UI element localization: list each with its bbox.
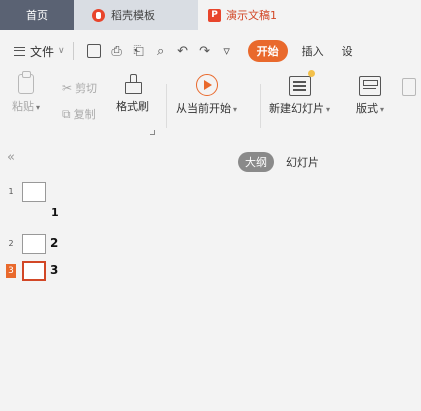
format-painter-label: 格式刷: [116, 100, 149, 113]
slides-view-tab[interactable]: 幻灯片: [286, 154, 319, 170]
dialog-launcher-icon[interactable]: [150, 130, 155, 135]
ribbon: 粘贴 ▾ ✂ 剪切 ⧉ 复制 格式刷 从当前开始 ▾ 新建幻灯片 ▾ 版式 ▾: [0, 70, 421, 144]
slide-number: 2: [8, 239, 14, 248]
presentation-icon: P: [208, 8, 221, 22]
tab-design[interactable]: 设: [342, 43, 353, 59]
tab-start[interactable]: 开始: [247, 40, 288, 62]
file-menu-label: 文件: [30, 44, 55, 59]
cut-button[interactable]: ✂ 剪切: [62, 80, 97, 96]
file-menu-button[interactable]: 文件 ∨: [14, 43, 65, 60]
outline-pane: « 大纲 幻灯片 1 1 2 2 3 3: [0, 144, 421, 411]
new-slide-button[interactable]: 新建幻灯片 ▾: [269, 70, 330, 116]
tab-strip: 首页 稻壳模板 P 演示文稿1: [0, 0, 421, 30]
play-from-current-label: 从当前开始: [176, 102, 231, 115]
slide-thumbnail[interactable]: [22, 182, 46, 202]
paint-brush-icon: [124, 74, 142, 94]
play-from-current-button[interactable]: 从当前开始 ▾: [176, 74, 237, 116]
export-icon[interactable]: ⎙: [110, 44, 124, 59]
play-icon: [195, 74, 218, 96]
slide-title[interactable]: 3: [50, 263, 58, 277]
scissors-icon: ✂: [62, 81, 73, 95]
chevron-down-icon: ∨: [58, 46, 65, 56]
save-icon[interactable]: [86, 44, 101, 58]
outline-view-tab[interactable]: 大纲: [238, 152, 274, 172]
more-ribbon-button[interactable]: [402, 74, 416, 96]
undo-icon[interactable]: ↶: [176, 44, 190, 59]
docer-logo-icon: [92, 8, 105, 22]
slide-number: 3: [6, 264, 16, 278]
slide-item[interactable]: 2 2: [0, 234, 58, 254]
tab-document-label: 演示文稿1: [226, 9, 277, 22]
view-toggle: 大纲 幻灯片: [238, 152, 319, 172]
tab-insert[interactable]: 插入: [302, 43, 324, 59]
new-slide-label: 新建幻灯片: [269, 102, 324, 115]
print-icon[interactable]: ⎗: [132, 44, 146, 59]
redo-icon[interactable]: ↷: [198, 44, 212, 59]
divider: [72, 42, 74, 60]
layout-button[interactable]: 版式 ▾: [356, 74, 384, 116]
new-slide-icon: [288, 70, 315, 96]
paste-button[interactable]: 粘贴 ▾: [12, 71, 40, 114]
reset-icon: [402, 78, 416, 96]
slide-item[interactable]: 1: [0, 182, 46, 202]
slide-thumbnail[interactable]: [22, 234, 46, 254]
tab-home-label: 首页: [26, 9, 48, 22]
customize-dropdown-icon[interactable]: ▿: [220, 44, 234, 59]
cut-label: 剪切: [75, 82, 98, 95]
copy-label: 复制: [73, 108, 96, 121]
slide-thumbnail[interactable]: [22, 261, 46, 281]
tab-document[interactable]: P 演示文稿1: [198, 0, 421, 30]
layout-icon: [359, 76, 381, 96]
layout-label: 版式: [356, 102, 378, 115]
slide-number: 1: [8, 187, 14, 196]
slide-title[interactable]: 2: [50, 236, 58, 250]
tab-home[interactable]: 首页: [0, 0, 74, 30]
divider: [260, 84, 261, 128]
divider: [166, 84, 167, 128]
collapse-pane-icon[interactable]: «: [7, 150, 15, 165]
clipboard-icon: [18, 71, 34, 94]
copy-icon: ⧉: [62, 106, 71, 121]
paste-label: 粘贴: [12, 100, 34, 113]
menu-icon: [14, 46, 25, 56]
format-painter-button[interactable]: 格式刷: [116, 74, 149, 114]
slide-title[interactable]: 1: [51, 206, 59, 219]
copy-button[interactable]: ⧉ 复制: [62, 106, 96, 122]
tab-template-label: 稻壳模板: [111, 9, 155, 22]
tab-template[interactable]: 稻壳模板: [76, 0, 196, 30]
print-preview-icon[interactable]: ⌕: [154, 44, 168, 59]
slide-item-selected[interactable]: 3 3: [0, 261, 58, 281]
menu-row: 文件 ∨ ⎙ ⎗ ⌕ ↶ ↷ ▿ 开始 插入 设: [0, 34, 421, 68]
